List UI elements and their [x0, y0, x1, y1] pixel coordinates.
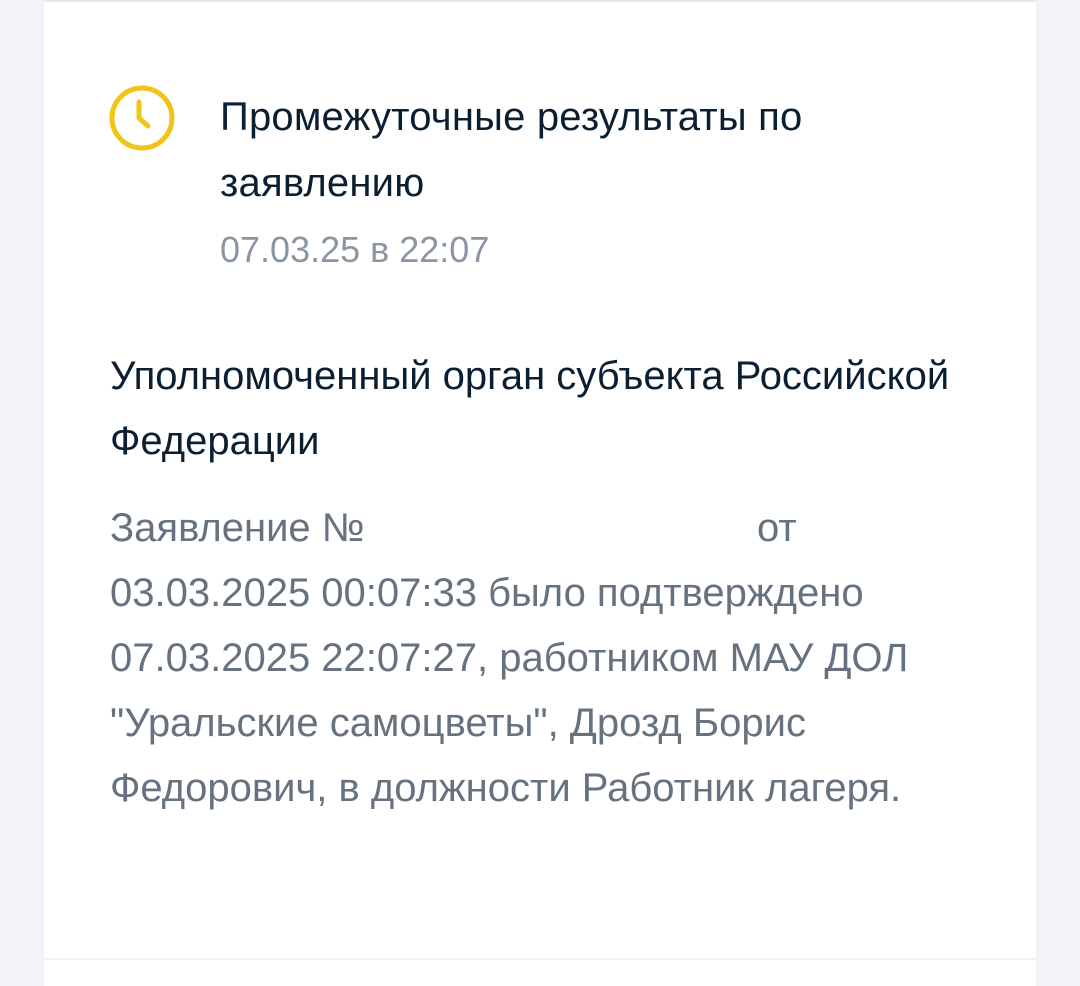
- clock-icon: [108, 84, 176, 152]
- status-date: 07.03.25 в 22:07: [220, 229, 490, 270]
- status-title: Промежуточные результаты по заявлению: [220, 95, 803, 205]
- application-prefix: Заявление №: [110, 506, 365, 550]
- organization-name: Уполномоченный орган субъекта Российской…: [110, 354, 950, 463]
- redacted-application-number: [375, 510, 746, 551]
- status-header: Промежуточные результаты по заявлению 07…: [108, 84, 802, 270]
- application-details: от 03.03.2025 00:07:33 было подтверждено…: [110, 506, 909, 810]
- status-card: Промежуточные результаты по заявлению 07…: [44, 0, 1036, 958]
- status-text-block: Промежуточные результаты по заявлению 07…: [220, 84, 920, 274]
- application-description: Заявление № от 03.03.2025 00:07:33 было …: [110, 496, 990, 821]
- next-card: [44, 960, 1036, 986]
